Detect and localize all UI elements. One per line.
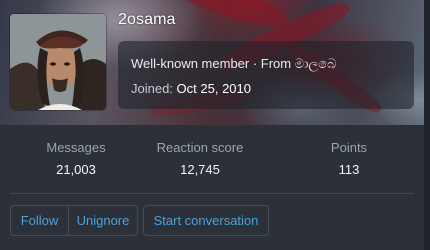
stat-points[interactable]: Points 113 [284,140,414,177]
page-background-edge [424,0,430,250]
username-link[interactable]: 2osama [118,11,176,29]
joined-date: Oct 25, 2010 [176,81,251,96]
stat-messages[interactable]: Messages 21,003 [11,140,141,177]
member-title-line: Well-known member · From මාලබෙ [131,56,337,71]
joined-label: Joined: [131,81,173,96]
conversation-button-group: Start conversation [143,205,269,236]
stat-value: 21,003 [56,162,96,177]
follow-button[interactable]: Follow [11,206,68,235]
stat-reaction-score[interactable]: Reaction score 12,745 [135,140,265,177]
member-stats: Messages 21,003 Reaction score 12,745 Po… [0,125,430,193]
member-info-box: Well-known member · From මාලබෙ Joined: O… [118,41,414,109]
stat-value: 12,745 [180,162,220,177]
start-conversation-button[interactable]: Start conversation [144,206,268,235]
joined-line: Joined: Oct 25, 2010 [131,81,251,96]
stat-value: 113 [338,162,360,177]
avatar-image [10,14,106,110]
profile-banner: 2osama Well-known member · From මාලබෙ Jo… [0,0,430,125]
divider [10,193,414,194]
member-tooltip-card: 2osama Well-known member · From මාලබෙ Jo… [0,0,430,250]
stat-label: Points [330,140,368,155]
avatar[interactable] [10,14,106,110]
follow-ignore-button-group: Follow Unignore [10,205,138,236]
stat-label: Messages [46,140,106,155]
unignore-button[interactable]: Unignore [68,206,137,235]
stat-label: Reaction score [156,140,244,155]
